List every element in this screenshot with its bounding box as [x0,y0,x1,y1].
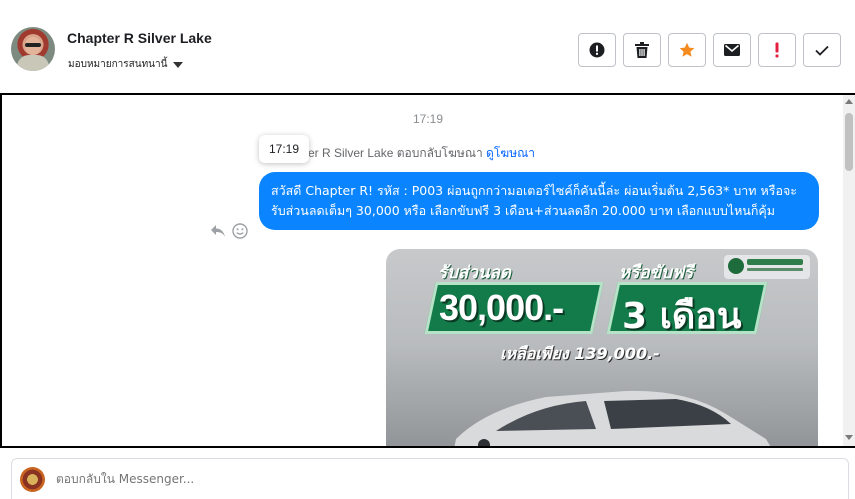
reply-composer [11,458,849,499]
delete-button[interactable] [623,33,661,67]
ad-free-drive-months: 3 เดือน [622,296,742,337]
scroll-down-arrow-icon[interactable] [845,435,853,440]
trash-icon [635,42,649,58]
star-button[interactable] [668,33,706,67]
contact-avatar[interactable] [11,27,55,71]
caret-down-icon [173,61,184,68]
exclamation-icon [775,42,779,58]
scrollbar-thumb[interactable] [845,113,853,171]
mark-spam-button[interactable] [578,33,616,67]
ad-discount-amount: 30,000.- [439,287,564,328]
alert-circle-icon [589,42,605,58]
action-toolbar [578,33,841,67]
assign-conversation-dropdown[interactable]: มอบหมายการสนทนานี้ [68,57,184,72]
emoji-react-icon[interactable] [232,223,248,239]
conversation-header: Chapter R Silver Lake มอบหมายการสนทนานี้ [0,0,855,93]
reply-input[interactable] [56,472,756,486]
ad-reply-notice: pter R Silver Lake ตอบกลับโฆษณา ดูโฆษณา [298,144,535,163]
envelope-icon [724,44,740,56]
contact-name[interactable]: Chapter R Silver Lake [67,30,212,46]
timestamp-tooltip: 17:19 [259,135,310,163]
reply-icon[interactable] [210,224,226,238]
dealer-logo-subtext [747,268,803,271]
message-actions [210,223,248,239]
dealer-logo-mark [728,258,744,274]
mark-done-button[interactable] [803,33,841,67]
thread-scrollbar[interactable] [843,95,855,446]
car-image [454,390,771,446]
message-timestamp: 17:19 [413,112,444,126]
ad-image[interactable]: รับส่วนลด หรือขับฟรี 30,000.- 3 เดือน เห… [386,249,818,446]
page-avatar [20,467,45,492]
scroll-up-arrow-icon[interactable] [845,99,853,104]
check-icon [815,45,829,56]
view-ad-link[interactable]: ดูโฆษณา [486,146,535,160]
ad-reply-text: pter R Silver Lake ตอบกลับโฆษณา [298,146,483,160]
message-bubble[interactable]: สวัสดี Chapter R! รหัส : P003 ผ่อนถูกกว่… [259,172,819,230]
message-thread[interactable]: 17:19 pter R Silver Lake ตอบกลับโฆษณา ดู… [0,93,855,448]
ad-price: เหลือเพียง 139,000.- [500,344,660,363]
dealer-logo-text [747,259,803,265]
mark-unread-button[interactable] [713,33,751,67]
star-icon [679,42,695,57]
assign-label: มอบหมายการสนทนานี้ [68,59,168,70]
follow-up-button[interactable] [758,33,796,67]
